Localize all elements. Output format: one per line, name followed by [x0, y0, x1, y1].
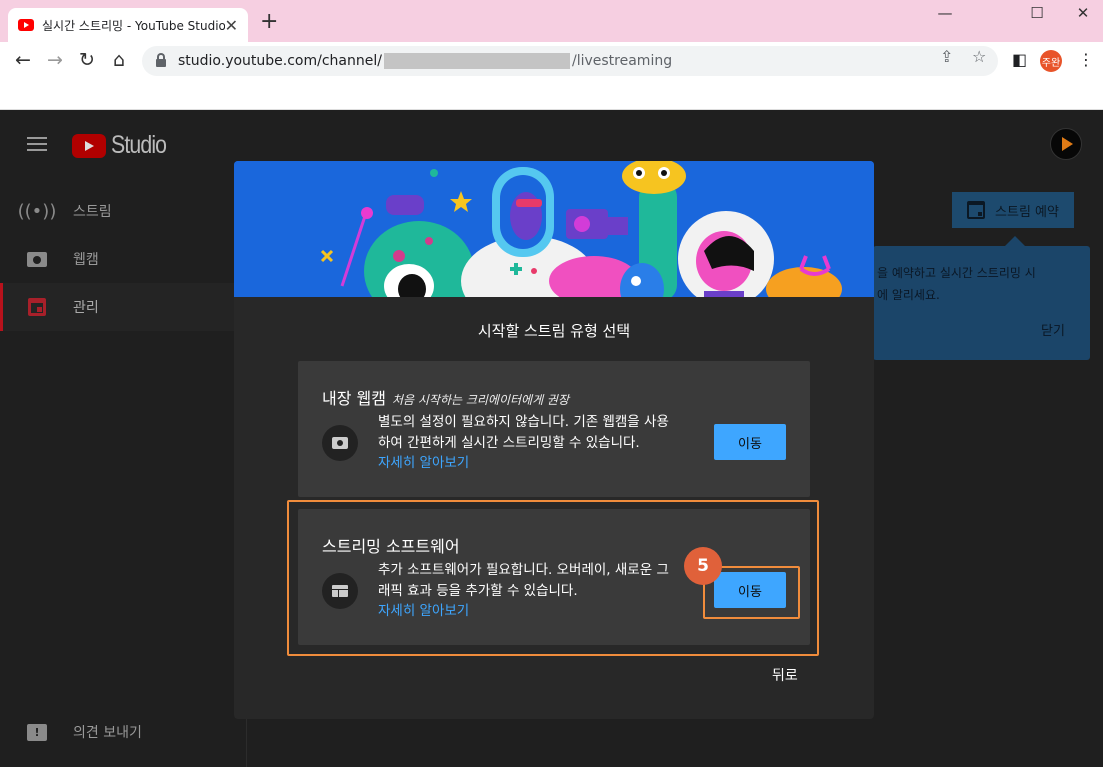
- step-number-badge: 5: [684, 547, 722, 585]
- home-icon[interactable]: ⌂: [106, 49, 132, 71]
- sidebar-item-label: 관리: [73, 300, 99, 316]
- sidebar-item-label: 의견 보내기: [73, 725, 142, 741]
- live-stream-icon: ((•)): [17, 200, 57, 222]
- maximize-button[interactable]: ☐: [1014, 4, 1060, 22]
- close-window-button[interactable]: ✕: [1060, 4, 1103, 22]
- calendar-icon: [967, 201, 986, 219]
- youtube-favicon-icon: [18, 19, 34, 31]
- sidebar-item-webcam[interactable]: 웹캠: [0, 235, 246, 283]
- option-webcam: 내장 웹캠 처음 시작하는 크리에이터에게 권장 별도의 설정이 필요하지 않습니…: [298, 361, 810, 497]
- camera-icon: [26, 248, 48, 270]
- option-subtitle: 처음 시작하는 크리에이터에게 권장: [391, 393, 570, 407]
- back-arrow-icon[interactable]: ←: [10, 49, 36, 71]
- browser-tab-bar: 실시간 스트리밍 - YouTube Studio ✕ + — ☐ ✕: [0, 0, 1103, 42]
- page-top-strip: [0, 80, 1103, 110]
- tooltip-close-button[interactable]: 닫기: [1041, 320, 1065, 339]
- schedule-stream-button[interactable]: 스트림 예약: [952, 192, 1074, 228]
- tab-close-icon[interactable]: ✕: [225, 16, 238, 35]
- calendar-icon: [26, 296, 48, 318]
- sidebar: ((•)) 스트림 웹캠 관리 ! 의견 보내기: [0, 175, 247, 767]
- schedule-tooltip: 을 예약하고 실시간 스트리밍 시 에 알리세요. 닫기: [873, 236, 1090, 360]
- share-icon[interactable]: ⇪: [940, 47, 953, 66]
- schedule-stream-label: 스트림 예약: [995, 204, 1059, 220]
- youtube-logo-icon: [72, 133, 106, 158]
- sidebar-item-manage[interactable]: 관리: [0, 283, 246, 331]
- dialog-title: 시작할 스트림 유형 선택: [477, 322, 631, 340]
- redacted-channel-id: [383, 53, 570, 69]
- minimize-button[interactable]: —: [922, 4, 968, 22]
- youtube-studio-logo[interactable]: Studio: [72, 131, 176, 160]
- banner-illustration: [234, 161, 874, 297]
- address-bar[interactable]: studio.youtube.com/channel//livestreamin…: [142, 46, 998, 76]
- reload-icon[interactable]: ↻: [74, 49, 100, 71]
- url-text: studio.youtube.com/channel//livestreamin…: [178, 53, 673, 69]
- more-menu-icon[interactable]: ⋮: [1078, 50, 1094, 69]
- option-title: 내장 웹캠 처음 시작하는 크리에이터에게 권장: [322, 389, 570, 408]
- camera-icon: [322, 425, 358, 461]
- lock-icon: [156, 53, 166, 67]
- feedback-icon: !: [26, 721, 48, 743]
- new-tab-button[interactable]: +: [260, 11, 278, 33]
- learn-more-link[interactable]: 자세히 알아보기: [378, 451, 469, 471]
- forward-arrow-icon[interactable]: →: [42, 49, 68, 71]
- sidebar-item-stream[interactable]: ((•)) 스트림: [0, 187, 246, 235]
- sidepanel-icon[interactable]: ◧: [1012, 50, 1027, 69]
- hamburger-menu-icon[interactable]: [27, 137, 47, 155]
- profile-avatar[interactable]: 주완: [1040, 50, 1062, 72]
- sidebar-item-label: 스트림: [73, 204, 112, 220]
- tooltip-text: 을 예약하고 실시간 스트리밍 시 에 알리세요.: [877, 266, 1036, 302]
- tab-title: 실시간 스트리밍 - YouTube Studio: [42, 18, 225, 33]
- channel-avatar[interactable]: [1050, 128, 1082, 160]
- browser-toolbar: ← → ↻ ⌂ studio.youtube.com/channel//live…: [0, 42, 1103, 80]
- option-description: 별도의 설정이 필요하지 않습니다. 기존 웹캠을 사용 하여 간편하게 실시간…: [378, 414, 669, 451]
- logo-text: Studio: [111, 131, 167, 159]
- browser-tab[interactable]: 실시간 스트리밍 - YouTube Studio ✕: [8, 8, 248, 42]
- webcam-go-button[interactable]: 이동: [714, 424, 786, 460]
- sidebar-item-feedback[interactable]: ! 의견 보내기: [0, 708, 246, 756]
- dialog-banner-illustration: [234, 161, 874, 297]
- back-button[interactable]: 뒤로: [772, 665, 798, 685]
- bookmark-star-icon[interactable]: ☆: [972, 47, 986, 66]
- sidebar-item-label: 웹캠: [73, 252, 99, 268]
